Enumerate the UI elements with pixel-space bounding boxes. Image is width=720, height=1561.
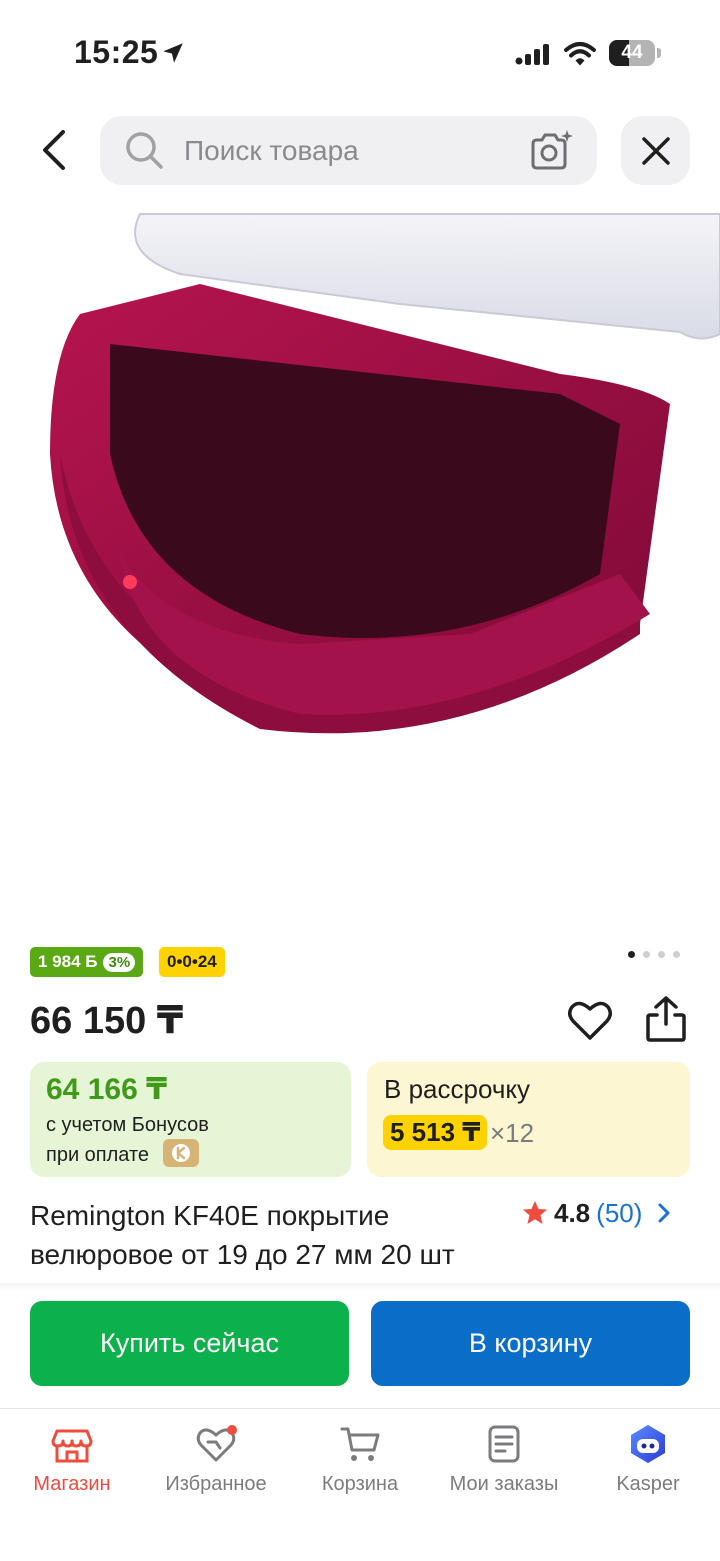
chevron-left-icon — [43, 130, 65, 170]
gallery-dot[interactable] — [658, 951, 665, 958]
orders-icon — [488, 1425, 520, 1463]
section-divider — [0, 1283, 720, 1291]
location-arrow-icon — [163, 43, 183, 63]
kaspi-logo-icon — [163, 1139, 199, 1167]
gallery-pagination — [628, 951, 680, 958]
gallery-dot[interactable] — [673, 951, 680, 958]
kasper-icon — [631, 1425, 665, 1463]
star-icon — [523, 1201, 547, 1224]
bonus-price: 64 166 ₸ — [46, 1073, 167, 1106]
rating-value: 4.8 — [554, 1197, 591, 1228]
battery-icon: 44 — [609, 40, 661, 66]
battery-level-text: 44 — [621, 42, 643, 63]
installment-title: В рассрочку — [384, 1074, 531, 1104]
chevron-right-icon — [658, 1203, 670, 1223]
nav-label-favorites: Избранное — [165, 1473, 267, 1495]
product-title: Remington KF40E покрытие велюровое от 19… — [30, 1200, 455, 1270]
bonus-percent: 3% — [103, 952, 136, 972]
search-bar[interactable] — [100, 116, 597, 185]
gallery-dot[interactable] — [643, 951, 650, 958]
shop-icon — [51, 1429, 93, 1463]
nav-item-shop[interactable]: Магазин — [0, 1409, 144, 1519]
reviews-count: (50) — [596, 1197, 643, 1228]
bonus-price-card[interactable]: 64 166 ₸ с учетом Бонусов при оплате — [30, 1062, 351, 1177]
buy-now-button[interactable]: Купить сейчас — [30, 1301, 349, 1386]
payment-caption: при оплате — [46, 1144, 150, 1166]
close-icon — [641, 136, 670, 165]
product-image[interactable] — [0, 194, 720, 934]
status-time: 15:25 — [74, 34, 159, 70]
camera-search-icon[interactable] — [528, 128, 574, 172]
product-price: 66 150 ₸ — [30, 1000, 184, 1042]
bonus-amount: 1 984 Б — [38, 952, 98, 971]
search-icon — [126, 132, 163, 169]
hair-rollers-set-image — [50, 213, 720, 734]
gallery-dot[interactable] — [628, 951, 635, 958]
cellular-signal-icon — [515, 44, 549, 65]
nav-item-kasper[interactable]: Kasper — [576, 1409, 720, 1519]
nav-label-shop: Магазин — [33, 1473, 111, 1495]
bonus-badge: 1 984 Б 3% — [30, 947, 144, 977]
cart-icon — [340, 1427, 380, 1461]
installment-amount: 5 513 ₸ — [383, 1115, 488, 1150]
installment-card[interactable]: В рассрочку 5 513 ₸ ×12 — [367, 1062, 690, 1177]
bonus-caption: с учетом Бонусов — [46, 1114, 209, 1136]
search-input[interactable] — [184, 116, 514, 185]
installment-months: ×12 — [490, 1118, 535, 1148]
notification-dot — [227, 1425, 237, 1435]
nav-item-favorites[interactable]: Избранное — [144, 1409, 288, 1519]
product-rating[interactable]: 4.8 (50) — [522, 1196, 674, 1230]
heart-icon[interactable] — [566, 996, 614, 1044]
share-icon[interactable] — [642, 994, 690, 1044]
nav-item-orders[interactable]: Мои заказы — [432, 1409, 576, 1519]
close-button[interactable] — [621, 116, 690, 185]
status-bar: 15:25 44 — [0, 0, 720, 100]
nav-item-cart[interactable]: Корзина — [288, 1409, 432, 1519]
installment-badge: 0•0•24 — [159, 947, 225, 977]
add-to-cart-button[interactable]: В корзину — [371, 1301, 690, 1386]
nav-label-orders: Мои заказы — [449, 1473, 559, 1495]
nav-label-cart: Корзина — [321, 1473, 399, 1495]
nav-label-kasper: Kasper — [616, 1473, 680, 1495]
wifi-icon — [564, 42, 596, 66]
back-button[interactable] — [26, 120, 82, 180]
bottom-navigation: Магазин Избранное Корзина Мои заказы Kas… — [0, 1408, 720, 1561]
